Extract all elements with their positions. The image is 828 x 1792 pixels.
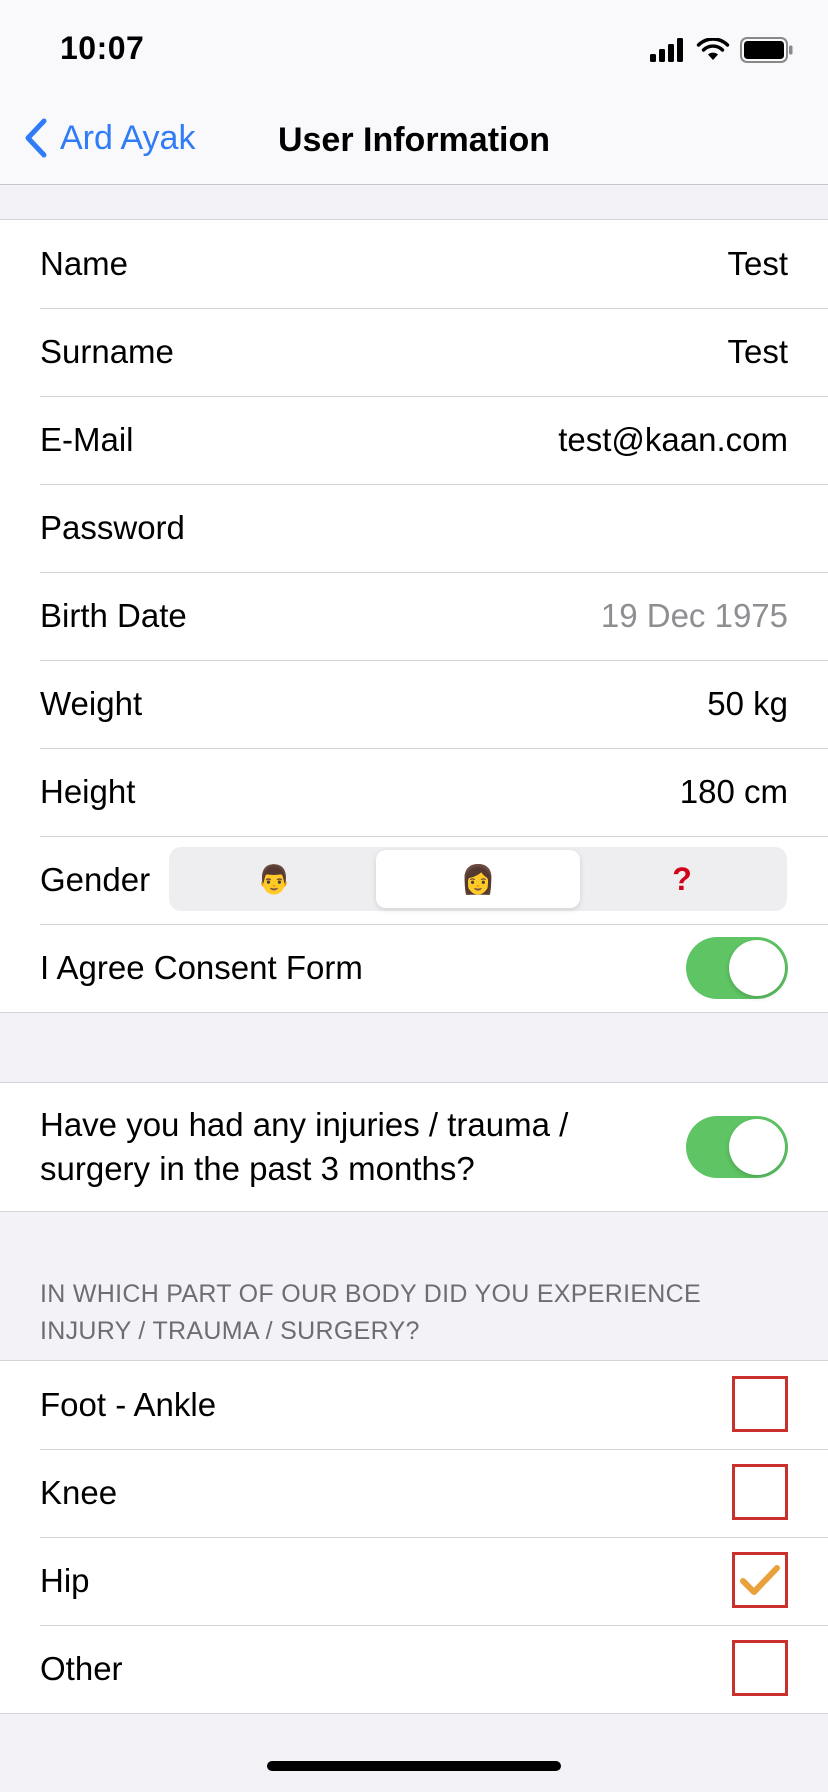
surname-row[interactable]: Surname Test [0,308,828,396]
body-parts-section-header: IN WHICH PART OF OUR BODY DID YOU EXPERI… [40,1280,701,1345]
email-row[interactable]: E-Mail test@kaan.com [0,396,828,484]
birth-date-row[interactable]: Birth Date 19 Dec 1975 [0,572,828,660]
body-part-label: Foot - Ankle [40,1386,217,1423]
status-time: 10:07 [60,30,145,66]
foot-ankle-checkbox[interactable] [732,1376,788,1432]
wifi-icon [696,38,730,60]
man-emoji-icon: 👨 [256,863,292,895]
cellular-signal-icon [650,38,683,62]
birth-date-label: Birth Date [40,597,187,634]
gender-label: Gender [40,861,151,898]
body-part-label: Other [40,1650,123,1687]
user-info-group: Name Test Surname Test E-Mail test@kaan.… [0,219,828,1013]
consent-label: I Agree Consent Form [40,949,363,986]
gender-option-female[interactable]: 👩 [376,850,580,908]
injury-question-label: Have you had any injuries / trauma / sur… [40,1106,569,1187]
status-icons [650,36,794,64]
user-information-screen: 10:07 Ard Ayak User Information Name Tes… [0,0,828,1792]
gender-option-male[interactable]: 👨 [172,850,376,908]
gender-segmented-control[interactable]: 👨 👩 ? [169,847,787,911]
body-part-row-other[interactable]: Other [0,1625,828,1713]
other-checkbox[interactable] [732,1640,788,1696]
injury-toggle[interactable] [686,1116,788,1178]
body-part-row-knee[interactable]: Knee [0,1449,828,1537]
body-parts-group: Foot - Ankle Knee Hip Other [0,1360,828,1714]
body-part-label: Knee [40,1474,118,1511]
woman-emoji-icon: 👩 [460,863,496,895]
injury-question-row: Have you had any injuries / trauma / sur… [0,1083,828,1211]
consent-row: I Agree Consent Form [0,924,828,1012]
checkmark-icon [740,1565,780,1595]
password-label: Password [40,509,185,546]
surname-field[interactable]: Test [727,308,788,396]
status-bar: 10:07 [0,0,828,96]
name-label: Name [40,245,129,282]
home-indicator [267,1761,561,1771]
weight-label: Weight [40,685,143,722]
height-field[interactable]: 180 cm [680,748,788,836]
email-label: E-Mail [40,421,134,458]
weight-field[interactable]: 50 kg [707,660,788,748]
consent-toggle-knob [729,940,785,996]
gender-row: Gender 👨 👩 ? [0,836,828,924]
name-field[interactable]: Test [727,220,788,308]
name-row[interactable]: Name Test [0,220,828,308]
page-title: User Information [277,121,551,159]
injury-toggle-knob [729,1119,785,1175]
injury-question-group: Have you had any injuries / trauma / sur… [0,1082,828,1212]
weight-row[interactable]: Weight 50 kg [0,660,828,748]
gender-option-unspecified[interactable]: ? [580,850,784,908]
birth-date-picker[interactable]: 19 Dec 1975 [601,572,788,660]
hip-checkbox[interactable] [732,1552,788,1608]
height-row[interactable]: Height 180 cm [0,748,828,836]
body-part-label: Hip [40,1562,90,1599]
height-label: Height [40,773,136,810]
consent-toggle[interactable] [686,937,788,999]
navigation-bar: Ard Ayak User Information [0,96,828,185]
knee-checkbox[interactable] [732,1464,788,1520]
surname-label: Surname [40,333,174,370]
password-row[interactable]: Password [0,484,828,572]
question-mark-icon: ? [672,860,692,897]
email-field[interactable]: test@kaan.com [558,396,788,484]
battery-icon [740,37,793,63]
body-part-row-hip[interactable]: Hip [0,1537,828,1625]
body-part-row-foot-ankle[interactable]: Foot - Ankle [0,1361,828,1449]
